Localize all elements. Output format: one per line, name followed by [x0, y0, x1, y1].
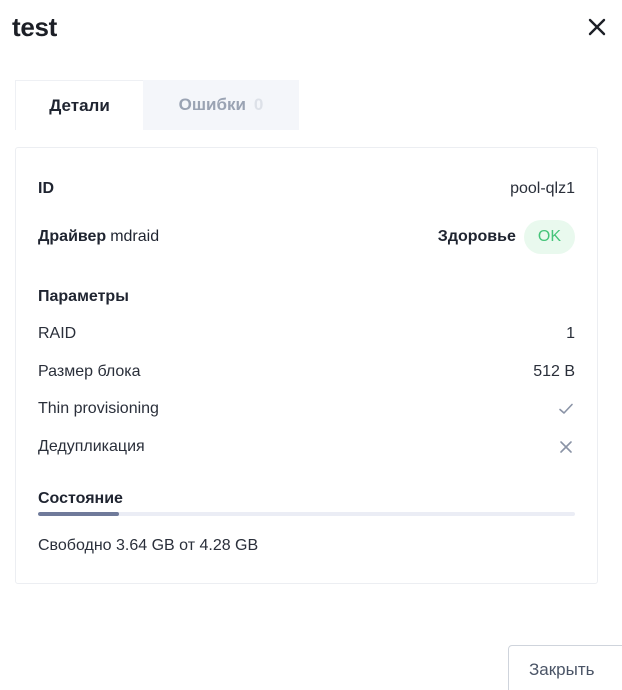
params-heading: Параметры — [38, 288, 129, 305]
raid-row: RAID 1 — [38, 325, 575, 343]
check-icon — [557, 400, 575, 418]
close-button[interactable]: Закрыть — [508, 645, 622, 690]
block-size-row: Размер блока 512 B — [38, 363, 575, 381]
deduplication-row: Дедупликация — [38, 438, 575, 456]
health-row: Здоровье OK — [38, 220, 575, 254]
raid-label: RAID — [38, 325, 77, 342]
tab-errors-label: Ошибки — [178, 95, 246, 114]
usage-progress-fill — [38, 512, 119, 516]
thin-provisioning-label: Thin provisioning — [38, 400, 159, 417]
cross-icon — [557, 438, 575, 456]
deduplication-label: Дедупликация — [38, 438, 145, 455]
state-heading: Состояние — [38, 490, 123, 507]
usage-progress-bar — [38, 512, 575, 516]
tab-details[interactable]: Детали — [15, 80, 143, 130]
tab-errors-count: 0 — [253, 95, 264, 114]
health-status-badge: OK — [523, 220, 575, 254]
tab-errors[interactable]: Ошибки 0 — [143, 80, 299, 130]
raid-value: 1 — [566, 325, 575, 342]
id-row: ID pool-qlz1 — [38, 180, 575, 198]
free-space-text: Свободно 3.64 GB от 4.28 GB — [38, 537, 259, 554]
block-size-value: 512 B — [533, 363, 575, 380]
tab-bar: Детали Ошибки 0 — [15, 80, 299, 130]
thin-provisioning-row: Thin provisioning — [38, 400, 575, 418]
dialog-title: test — [12, 12, 58, 42]
details-card: ID pool-qlz1 Драйвер mdraid Здоровье OK П… — [15, 147, 598, 584]
close-icon[interactable] — [584, 14, 610, 40]
block-size-label: Размер блока — [38, 363, 141, 380]
tab-details-label: Детали — [49, 95, 110, 115]
id-label: ID — [38, 180, 54, 197]
id-value: pool-qlz1 — [510, 180, 575, 197]
pool-details-dialog: test Детали Ошибки 0 ID pool-qlz1 Драйве… — [0, 0, 622, 690]
health-label: Здоровье — [437, 228, 516, 245]
